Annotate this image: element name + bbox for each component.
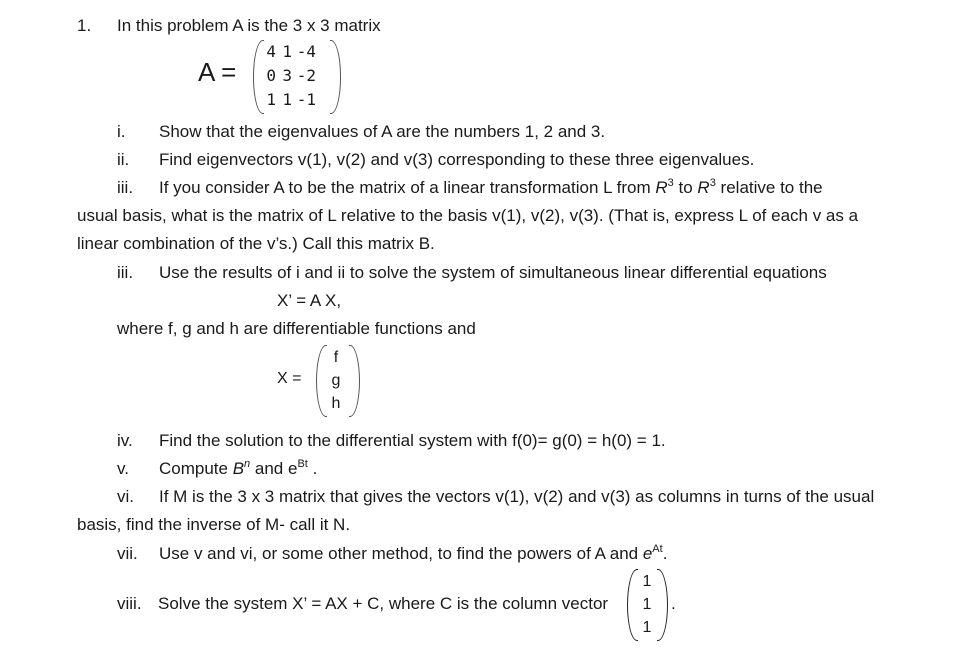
period: . (671, 594, 676, 613)
a22: 3 (282, 66, 292, 85)
entry-c3: 1 (642, 619, 652, 636)
right-paren (657, 569, 668, 641)
r-symbol: R (655, 178, 668, 197)
entry-c2: 1 (642, 596, 652, 613)
item-label: iii. (117, 178, 134, 197)
item-vi: vi. If M is the 3 x 3 matrix that gives t… (117, 487, 874, 507)
a13: -4 (296, 42, 316, 61)
problem-number: 1. (77, 16, 92, 35)
item-label: vi. (117, 487, 134, 506)
right-paren (349, 345, 360, 417)
item-iii-a: iii. If you consider A to be the matrix o… (117, 178, 823, 198)
b-symbol: B (232, 459, 245, 478)
item-text: Use the results of i and ii to solve the… (159, 263, 827, 282)
item-label: v. (117, 459, 129, 478)
item-text: . (307, 459, 318, 478)
item-text: Solve the system X’ = AX + C, where C is… (158, 594, 609, 613)
item-text: Use v and vi, or some other method, to f… (159, 544, 643, 563)
a21: 0 (266, 66, 276, 85)
a32: 1 (282, 90, 292, 109)
problem-intro: In this problem A is the 3 x 3 matrix (117, 16, 381, 35)
item-text: relative to the (715, 178, 823, 197)
e-symbol: e (642, 544, 653, 563)
entry-c1: 1 (642, 573, 652, 590)
item-text: Find the solution to the differential sy… (159, 431, 666, 450)
item-text: If you consider A to be the matrix of a … (159, 178, 656, 197)
item-label: viii. (117, 594, 142, 613)
a31: 1 (266, 90, 276, 109)
r-symbol: R (697, 178, 710, 197)
item-text: and e (250, 459, 298, 478)
item-text: Find eigenvectors v(1), v(2) and v(3) co… (159, 150, 755, 169)
item-label: iv. (117, 431, 133, 450)
item-text: to (673, 178, 698, 197)
vector-c: 1 1 1 . (627, 569, 687, 641)
entry-f: f (333, 349, 339, 366)
item-ii: ii. Find eigenvectors v(1), v(2) and v(3)… (117, 150, 754, 170)
where-text: where f, g and h are differentiable func… (117, 319, 476, 338)
matrix-a-entries: 4 1 -4 0 3 -2 1 1 -1 (260, 40, 316, 112)
equation: X’ = A X, (277, 291, 342, 310)
problem-number-line: 1. In this problem A is the 3 x 3 matrix (77, 16, 381, 36)
vector-x: X = f g h (277, 345, 367, 417)
entry-h: h (331, 395, 341, 412)
a12: 1 (282, 42, 292, 61)
a33: -1 (296, 90, 316, 109)
vector-x-label: X = (277, 370, 302, 387)
item-text: Compute (159, 459, 233, 478)
item-text: Show that the eigenvalues of A are the n… (159, 122, 606, 141)
vector-c-entries: 1 1 1 (637, 570, 657, 639)
item-text: If M is the 3 x 3 matrix that gives the … (159, 487, 875, 506)
exponent-at: At (652, 543, 663, 555)
a23: -2 (296, 66, 316, 85)
item-label: ii. (117, 150, 130, 169)
item-iii-a-line2: usual basis, what is the matrix of L rel… (77, 206, 859, 225)
entry-g: g (331, 372, 341, 389)
exponent-bt: Bt (297, 458, 308, 470)
item-label: iii. (117, 263, 134, 282)
item-iii-a-line3: linear combination of the v’s.) Call thi… (77, 234, 435, 253)
item-text: . (662, 544, 668, 563)
item-v: v. Compute Bn and eBt . (117, 459, 317, 479)
item-label: i. (117, 122, 126, 141)
vector-x-entries: f g h (326, 346, 346, 415)
a11: 4 (266, 42, 276, 61)
right-paren (330, 40, 341, 114)
item-label: vii. (117, 544, 138, 563)
item-viii: viii. Solve the system X’ = AX + C, where… (117, 594, 608, 614)
item-iii-b: iii. Use the results of i and ii to solve… (117, 263, 827, 283)
item-vi-line2: basis, find the inverse of M- call it N. (77, 515, 351, 534)
item-i: i. Show that the eigenvalues of A are the… (117, 122, 605, 142)
item-iv: iv. Find the solution to the differential… (117, 431, 666, 451)
item-vii: vii. Use v and vi, or some other method, … (117, 544, 667, 564)
matrix-a-label: A = (198, 57, 237, 87)
